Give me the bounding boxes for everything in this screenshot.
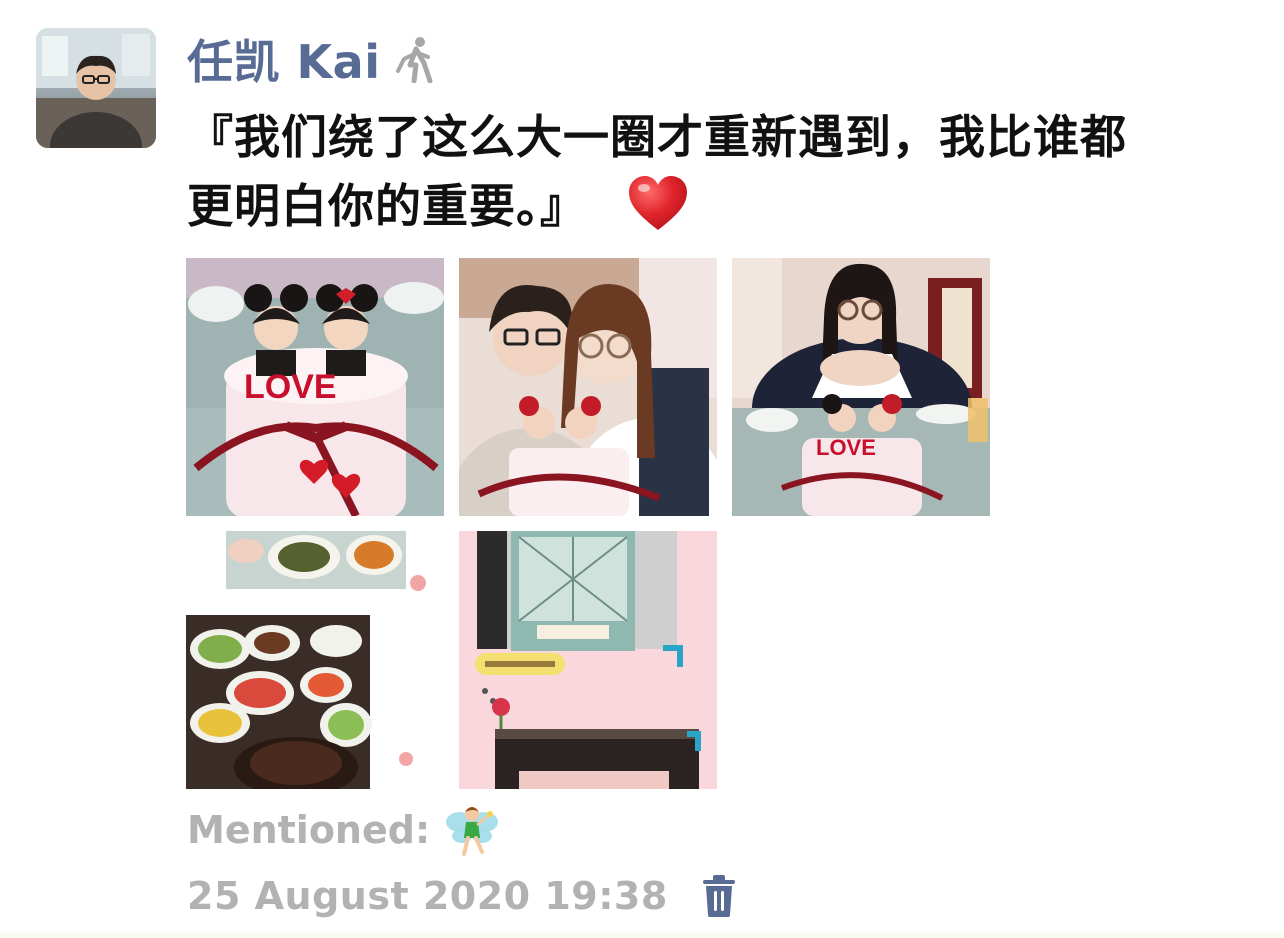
trash-icon[interactable] (702, 875, 736, 917)
mentioned-label: Mentioned: (187, 808, 431, 852)
post-timestamp: 25 August 2020 19:38 (187, 874, 668, 918)
photo-cake-love[interactable]: LOVE (186, 258, 444, 516)
author-name[interactable]: 任凯 Kai (187, 26, 380, 92)
cake-text: LOVE (816, 435, 876, 460)
bottom-divider (0, 932, 1284, 938)
post-text: 『我们绕了这么大一圈才重新遇到，我比谁都 更明白你的重要。』 (187, 103, 1267, 241)
post-text-line-1: 『我们绕了这么大一圈才重新遇到，我比谁都 (187, 110, 1127, 164)
fairy-icon[interactable] (444, 802, 500, 858)
mentioned-row: Mentioned: (187, 800, 500, 860)
red-heart-icon (627, 174, 689, 232)
photo-pink-card-collage[interactable] (459, 531, 717, 789)
walking-person-icon (394, 35, 438, 84)
photo-girl-with-cake[interactable]: LOVE (732, 258, 990, 516)
cake-text: LOVE (244, 368, 337, 406)
author-row: 任凯 Kai (187, 28, 438, 90)
timestamp-row: 25 August 2020 19:38 (187, 868, 736, 924)
photo-food-collage[interactable] (186, 531, 444, 789)
photo-couple-with-cake[interactable] (459, 258, 717, 516)
author-avatar[interactable] (36, 28, 156, 148)
post-text-line-2-text: 更明白你的重要。』 (187, 179, 587, 233)
post-text-line-2: 更明白你的重要。』 (187, 172, 1267, 241)
